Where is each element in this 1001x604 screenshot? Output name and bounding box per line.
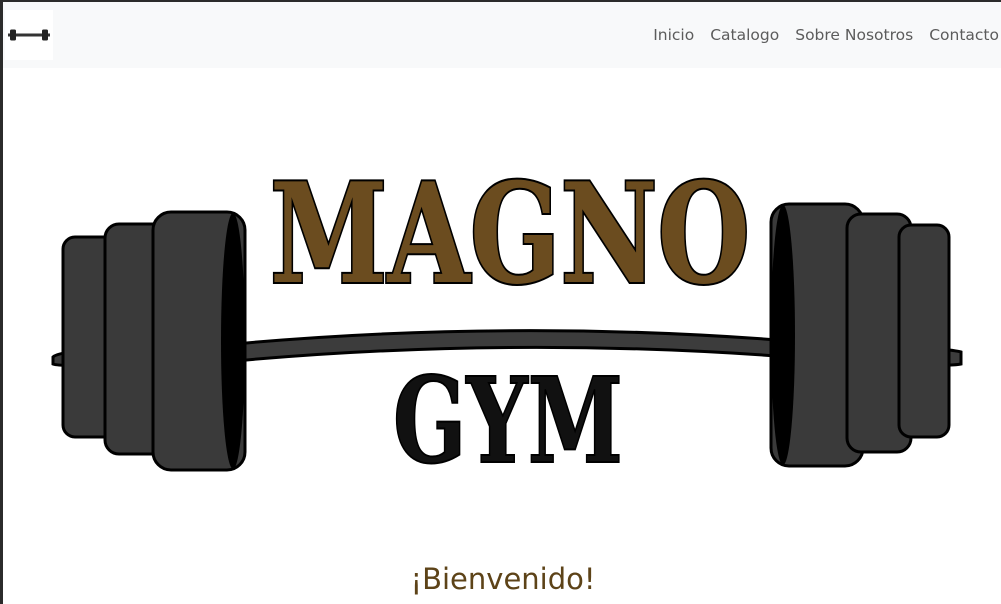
page: Inicio Catalogo Sobre Nosotros Contacto … xyxy=(3,2,1001,604)
logo-text-magno: MAGNO xyxy=(270,152,750,315)
hero-logo: MAGNO GYM xyxy=(51,152,963,482)
nav-link-contacto[interactable]: Contacto xyxy=(929,26,999,44)
barbell-icon xyxy=(8,29,50,41)
left-plates xyxy=(61,210,247,472)
nav-link-inicio[interactable]: Inicio xyxy=(653,26,694,44)
right-plates xyxy=(769,202,951,468)
nav-link-catalogo[interactable]: Catalogo xyxy=(710,26,779,44)
logo-text-gym: GYM xyxy=(393,351,623,482)
welcome-heading: ¡Bienvenido! xyxy=(410,562,596,596)
brand-logo-link[interactable] xyxy=(5,10,53,60)
nav-link-sobre-nosotros[interactable]: Sobre Nosotros xyxy=(795,26,913,44)
navbar: Inicio Catalogo Sobre Nosotros Contacto xyxy=(3,2,1001,68)
nav-links: Inicio Catalogo Sobre Nosotros Contacto xyxy=(637,2,999,68)
